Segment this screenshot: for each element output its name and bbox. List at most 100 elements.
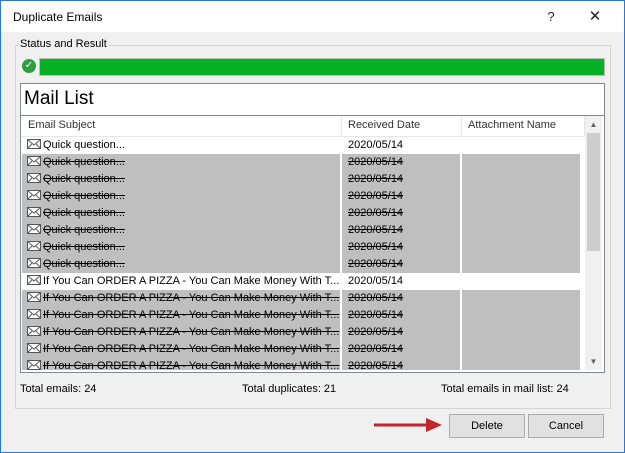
received-date: 2020/05/14 (348, 173, 404, 185)
attachment-cell (462, 205, 580, 222)
subject-cell: Quick question... (22, 188, 340, 205)
envelope-icon (27, 139, 41, 150)
received-date: 2020/05/14 (348, 241, 404, 253)
date-cell: 2020/05/14 (342, 137, 460, 154)
email-subject: Quick question... (43, 241, 125, 253)
email-subject: If You Can ORDER A PIZZA - You Can Make … (43, 309, 340, 321)
date-cell: 2020/05/14 (342, 256, 460, 273)
email-subject: If You Can ORDER A PIZZA - You Can Make … (43, 326, 340, 338)
table-body: Quick question... 2020/05/14 Quick questio… (22, 137, 585, 370)
email-subject: If You Can ORDER A PIZZA - You Can Make … (43, 275, 340, 287)
attachment-cell (462, 171, 580, 188)
mail-list-title: Mail List (24, 88, 94, 109)
received-date: 2020/05/14 (348, 360, 404, 370)
received-date: 2020/05/14 (348, 139, 404, 151)
envelope-icon (27, 241, 41, 252)
date-cell: 2020/05/14 (342, 358, 460, 370)
subject-cell: If You Can ORDER A PIZZA - You Can Make … (22, 290, 340, 307)
date-cell: 2020/05/14 (342, 307, 460, 324)
table-row[interactable]: If You Can ORDER A PIZZA - You Can Make … (22, 307, 585, 324)
table-row[interactable]: Quick question... 2020/05/14 (22, 137, 585, 154)
received-date: 2020/05/14 (348, 190, 404, 202)
table-row[interactable]: If You Can ORDER A PIZZA - You Can Make … (22, 341, 585, 358)
email-subject: Quick question... (43, 190, 125, 202)
delete-button[interactable]: Delete (449, 414, 525, 438)
envelope-icon (27, 343, 41, 354)
attachment-cell (462, 307, 580, 324)
attachment-cell (462, 222, 580, 239)
date-cell: 2020/05/14 (342, 222, 460, 239)
email-subject: If You Can ORDER A PIZZA - You Can Make … (43, 343, 340, 355)
attachment-cell (462, 324, 580, 341)
table-row[interactable]: Quick question... 2020/05/14 (22, 205, 585, 222)
email-subject: Quick question... (43, 258, 125, 270)
table-row[interactable]: Quick question... 2020/05/14 (22, 256, 585, 273)
subject-cell: Quick question... (22, 256, 340, 273)
received-date: 2020/05/14 (348, 292, 404, 304)
received-date: 2020/05/14 (348, 309, 404, 321)
envelope-icon (27, 309, 41, 320)
table-row[interactable]: If You Can ORDER A PIZZA - You Can Make … (22, 358, 585, 370)
date-cell: 2020/05/14 (342, 205, 460, 222)
date-cell: 2020/05/14 (342, 239, 460, 256)
progress-bar (39, 58, 605, 76)
table-row[interactable]: If You Can ORDER A PIZZA - You Can Make … (22, 273, 585, 290)
scroll-down-icon[interactable]: ▼ (585, 353, 602, 370)
scrollbar-thumb[interactable] (587, 133, 600, 251)
column-header-subject[interactable]: Email Subject (22, 116, 342, 136)
column-header-date[interactable]: Received Date (342, 116, 462, 136)
attachment-cell (462, 137, 580, 154)
cancel-button[interactable]: Cancel (528, 414, 604, 438)
subject-cell: If You Can ORDER A PIZZA - You Can Make … (22, 341, 340, 358)
arrow-right-icon (374, 418, 442, 432)
table-row[interactable]: Quick question... 2020/05/14 (22, 188, 585, 205)
date-cell: 2020/05/14 (342, 273, 460, 290)
received-date: 2020/05/14 (348, 343, 404, 355)
attachment-cell (462, 239, 580, 256)
email-subject: Quick question... (43, 156, 125, 168)
table-row[interactable]: Quick question... 2020/05/14 (22, 239, 585, 256)
column-header-attachment[interactable]: Attachment Name (462, 116, 585, 136)
table-row[interactable]: Quick question... 2020/05/14 (22, 222, 585, 239)
attachment-cell (462, 256, 580, 273)
subject-cell: Quick question... (22, 222, 340, 239)
envelope-icon (27, 292, 41, 303)
attachment-cell (462, 273, 580, 290)
envelope-icon (27, 173, 41, 184)
received-date: 2020/05/14 (348, 275, 404, 287)
envelope-icon (27, 275, 41, 286)
table-row[interactable]: Quick question... 2020/05/14 (22, 171, 585, 188)
table-row[interactable]: If You Can ORDER A PIZZA - You Can Make … (22, 290, 585, 307)
total-emails-label: Total emails: 24 (20, 383, 97, 395)
table-row[interactable]: Quick question... 2020/05/14 (22, 154, 585, 171)
subject-cell: If You Can ORDER A PIZZA - You Can Make … (22, 324, 340, 341)
envelope-icon (27, 224, 41, 235)
group-label: Status and Result (18, 38, 109, 50)
email-subject: Quick question... (43, 224, 125, 236)
email-subject: Quick question... (43, 139, 125, 151)
envelope-icon (27, 326, 41, 337)
close-button[interactable]: ✕ (579, 5, 611, 29)
vertical-scrollbar[interactable]: ▲ ▼ (585, 116, 602, 370)
scroll-up-icon[interactable]: ▲ (585, 116, 602, 133)
envelope-icon (27, 190, 41, 201)
subject-cell: Quick question... (22, 154, 340, 171)
envelope-icon (27, 360, 41, 370)
date-cell: 2020/05/14 (342, 154, 460, 171)
email-subject: Quick question... (43, 207, 125, 219)
table-row[interactable]: If You Can ORDER A PIZZA - You Can Make … (22, 324, 585, 341)
subject-cell: Quick question... (22, 205, 340, 222)
help-button[interactable]: ? (535, 5, 567, 29)
date-cell: 2020/05/14 (342, 290, 460, 307)
subject-cell: Quick question... (22, 239, 340, 256)
received-date: 2020/05/14 (348, 258, 404, 270)
envelope-icon (27, 156, 41, 167)
email-subject: If You Can ORDER A PIZZA - You Can Make … (43, 292, 340, 304)
date-cell: 2020/05/14 (342, 324, 460, 341)
date-cell: 2020/05/14 (342, 341, 460, 358)
progress-fill (40, 59, 604, 75)
date-cell: 2020/05/14 (342, 188, 460, 205)
check-circle-icon: ✓ (22, 59, 36, 73)
received-date: 2020/05/14 (348, 224, 404, 236)
attachment-cell (462, 154, 580, 171)
